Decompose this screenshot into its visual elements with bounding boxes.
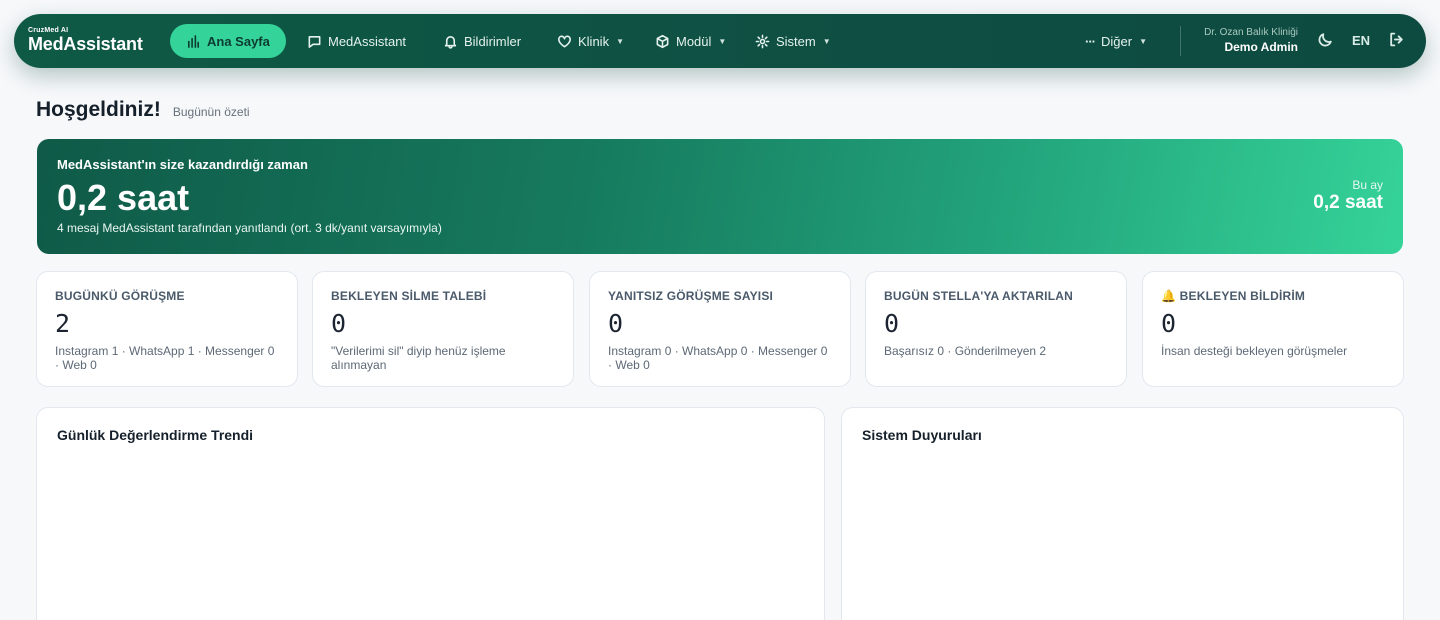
logout-button[interactable]	[1388, 31, 1405, 51]
gear-icon	[755, 34, 770, 48]
month-value: 0,2 saat	[1313, 192, 1383, 213]
nav-item-ana-sayfa[interactable]: Ana Sayfa	[170, 24, 286, 58]
clinic-name: Dr. Ozan Balık Kliniği	[1204, 27, 1298, 38]
nav-item-bildirimler[interactable]: Bildirimler	[443, 24, 521, 58]
stat-description: "Verilerimi sil" diyip henüz işleme alın…	[331, 344, 506, 372]
stat-value: 0	[331, 309, 347, 338]
language-button[interactable]: EN	[1352, 33, 1370, 48]
nav-item-label: Sistem	[776, 33, 816, 49]
chevron-down-icon: ▼	[1139, 36, 1147, 46]
chevron-down-icon: ▼	[718, 36, 727, 46]
stat-value: 2	[55, 309, 71, 338]
top-navbar: CruzMed AI MedAssistant Ana Sayfa MedAss…	[14, 14, 1426, 68]
moon-icon	[1318, 33, 1332, 47]
chevron-down-icon: ▼	[822, 36, 831, 46]
nav-item-modul[interactable]: Modül ▼	[655, 24, 726, 58]
stat-card-pending-notifications: 🔔 BEKLEYEN BİLDİRİM 0 İnsan desteği bekl…	[1142, 271, 1404, 387]
panel-title: Günlük Değerlendirme Trendi	[57, 427, 254, 443]
user-name: Demo Admin	[1224, 40, 1298, 54]
system-announcements-panel: Sistem Duyuruları	[841, 407, 1404, 620]
stat-title: BUGÜN STELLA'YA AKTARILAN	[884, 289, 1073, 303]
page-header: Hoşgeldiniz! Bugünün özeti	[36, 98, 250, 122]
chevron-down-icon: ▼	[616, 36, 624, 46]
daily-rating-trend-panel: Günlük Değerlendirme Trendi	[36, 407, 825, 620]
nav-item-label: Ana Sayfa	[207, 33, 270, 49]
nav-item-label: Diğer	[1101, 33, 1133, 49]
nav-item-label: Klinik	[578, 33, 610, 49]
time-saved-label: MedAssistant'ın size kazandırdığı zaman	[57, 157, 308, 172]
nav-item-diger[interactable]: ··· Diğer ▼	[1085, 24, 1147, 58]
stat-title: 🔔 BEKLEYEN BİLDİRİM	[1161, 289, 1306, 303]
page-title: Hoşgeldiniz!	[36, 98, 161, 121]
time-saved-note: 4 mesaj MedAssistant tarafından yanıtlan…	[57, 221, 442, 235]
time-saved-banner: MedAssistant'ın size kazandırdığı zaman …	[37, 139, 1403, 254]
nav-item-label: Modül	[676, 33, 712, 49]
nav-item-label: Bildirimler	[464, 33, 522, 49]
theme-toggle-button[interactable]	[1317, 31, 1334, 51]
brand-name: MedAssistant	[28, 34, 143, 54]
stat-value: 0	[1161, 309, 1177, 338]
time-saved-value: 0,2 saat	[57, 177, 190, 218]
stat-card-unanswered: YANITSIZ GÖRÜŞME SAYISI 0 Instagram 0 · …	[589, 271, 851, 387]
cube-icon	[656, 34, 669, 48]
month-label: Bu ay	[1352, 178, 1383, 192]
user-info[interactable]: Dr. Ozan Balık Kliniği Demo Admin	[1204, 27, 1298, 55]
page-subtitle: Bugünün özeti	[172, 105, 250, 119]
ellipsis-icon: ···	[1085, 33, 1096, 49]
stat-description: Instagram 0 · WhatsApp 0 · Messenger 0 ·…	[608, 344, 828, 372]
stat-description: Başarısız 0 · Gönderilmeyen 2	[884, 344, 1047, 358]
stat-title: YANITSIZ GÖRÜŞME SAYISI	[608, 289, 774, 303]
bar-chart-icon	[188, 34, 199, 48]
stat-value: 0	[608, 309, 624, 338]
stat-card-pending-deletion: BEKLEYEN SİLME TALEBİ 0 "Verilerimi sil"…	[312, 271, 574, 387]
stat-title: BUGÜNKÜ GÖRÜŞME	[55, 289, 185, 303]
nav-item-klinik[interactable]: Klinik ▼	[557, 24, 624, 58]
stat-description: İnsan desteği bekleyen görüşmeler	[1161, 344, 1348, 358]
panel-title: Sistem Duyuruları	[862, 427, 982, 443]
chat-icon	[308, 35, 321, 48]
nav-item-medassistant[interactable]: MedAssistant	[307, 24, 406, 58]
heart-icon	[558, 35, 571, 47]
stat-card-todays-conversations: BUGÜNKÜ GÖRÜŞME 2 Instagram 1 · WhatsApp…	[36, 271, 298, 387]
stat-value: 0	[884, 309, 900, 338]
nav-item-label: MedAssistant	[328, 33, 407, 49]
logout-icon	[1390, 32, 1403, 47]
stat-description: Instagram 1 · WhatsApp 1 · Messenger 0 ·…	[55, 344, 275, 372]
stat-title: BEKLEYEN SİLME TALEBİ	[331, 289, 487, 303]
bell-icon	[444, 35, 457, 49]
stat-card-transferred-stella: BUGÜN STELLA'YA AKTARILAN 0 Başarısız 0 …	[865, 271, 1127, 387]
nav-item-sistem[interactable]: Sistem ▼	[755, 24, 831, 58]
nav-divider	[1180, 26, 1181, 56]
brand-logo[interactable]: CruzMed AI MedAssistant	[28, 27, 143, 53]
